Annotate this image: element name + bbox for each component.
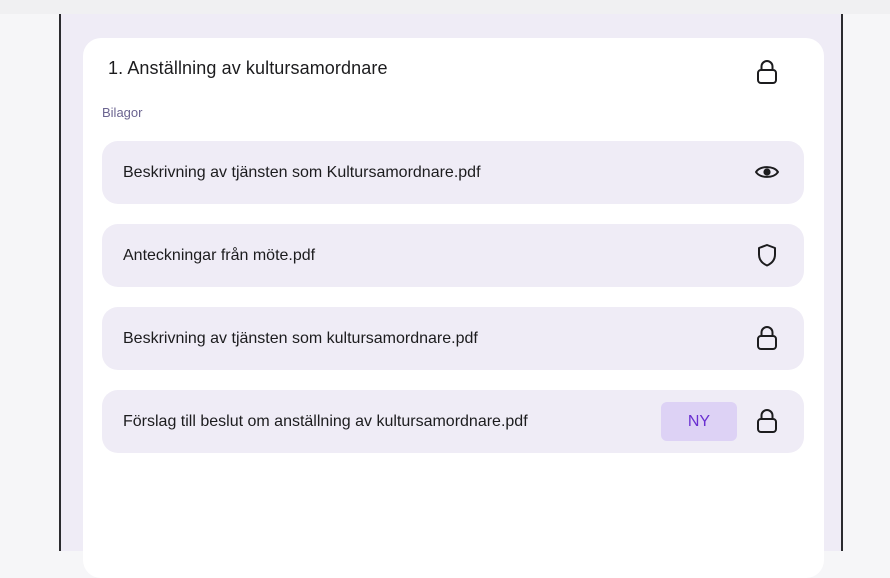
agenda-item-title: 1. Anställning av kultursamordnare [108, 58, 388, 78]
window-top-bar [0, 0, 890, 14]
attachments-section-label: Bilagor [102, 105, 143, 120]
attachment-name: Förslag till beslut om anställning av ku… [123, 413, 528, 430]
lock-icon[interactable] [754, 324, 780, 352]
new-badge: NY [661, 402, 737, 441]
lock-icon[interactable] [755, 58, 779, 86]
attachment-item[interactable]: Beskrivning av tjänsten som kultursamord… [102, 307, 804, 370]
shield-icon[interactable] [754, 241, 780, 269]
attachment-name: Anteckningar från möte.pdf [123, 247, 316, 264]
attachment-name: Beskrivning av tjänsten som kultursamord… [123, 330, 478, 347]
eye-icon[interactable] [754, 158, 780, 186]
agenda-item-card: 1. Anställning av kultursamordnare Bilag… [83, 38, 824, 578]
attachment-item[interactable]: Beskrivning av tjänsten som Kultursamord… [102, 141, 804, 204]
attachment-name: Beskrivning av tjänsten som Kultursamord… [123, 164, 481, 181]
content-frame: 1. Anställning av kultursamordnare Bilag… [59, 14, 843, 578]
lock-icon[interactable] [754, 407, 780, 435]
attachment-item[interactable]: Anteckningar från möte.pdf [102, 224, 804, 287]
attachment-item[interactable]: Förslag till beslut om anställning av ku… [102, 390, 804, 453]
